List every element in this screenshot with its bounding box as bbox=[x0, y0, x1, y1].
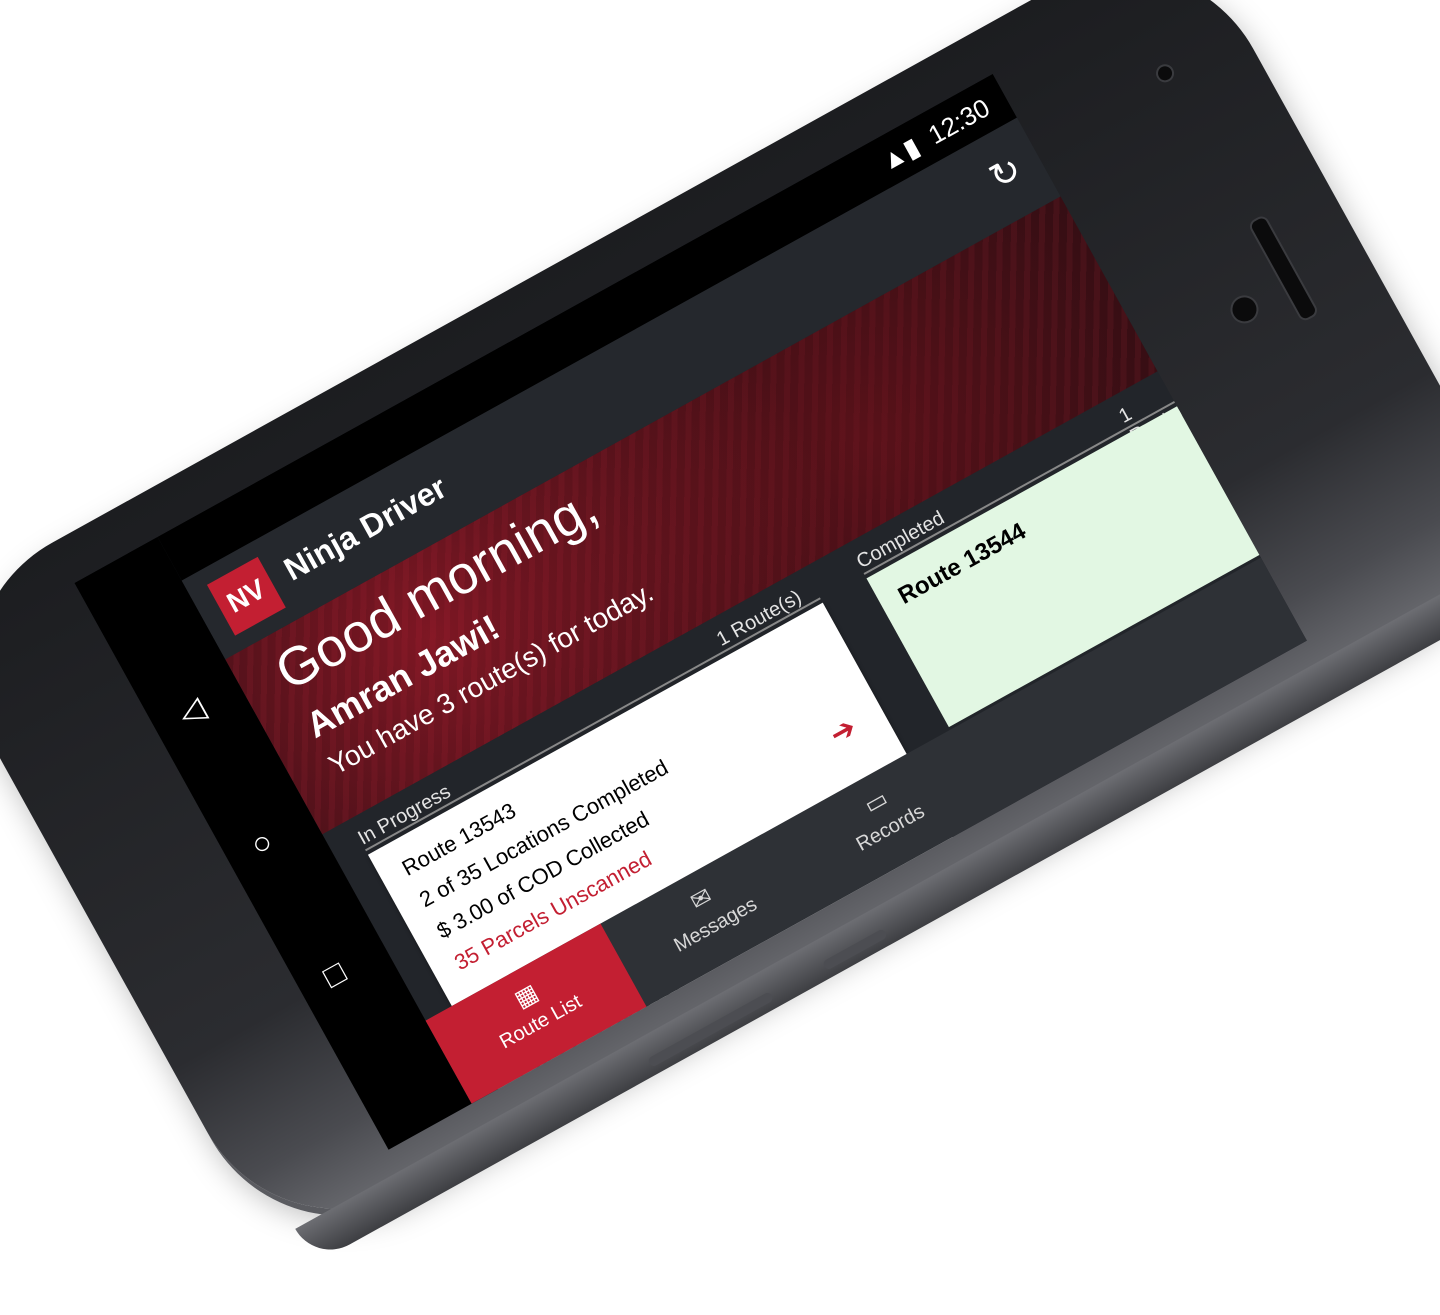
phone-device: ◁ ○ □ ▲▮ 12:30 NV Ninja Driver ↻ Good mo… bbox=[0, 0, 1440, 1264]
ninja-van-logo: NV bbox=[206, 556, 286, 636]
home-key-icon[interactable]: ○ bbox=[244, 822, 279, 864]
recent-apps-key-icon[interactable]: □ bbox=[317, 954, 352, 996]
back-key-icon[interactable]: ◁ bbox=[172, 689, 212, 734]
screen: ◁ ○ □ ▲▮ 12:30 NV Ninja Driver ↻ Good mo… bbox=[74, 73, 1307, 1150]
sensor bbox=[1152, 61, 1178, 86]
front-camera bbox=[1225, 290, 1264, 329]
refresh-icon[interactable]: ↻ bbox=[982, 148, 1029, 199]
arrow-right-icon[interactable]: ➔ bbox=[824, 710, 863, 753]
signal-battery-icon: ▲▮ bbox=[875, 131, 925, 177]
